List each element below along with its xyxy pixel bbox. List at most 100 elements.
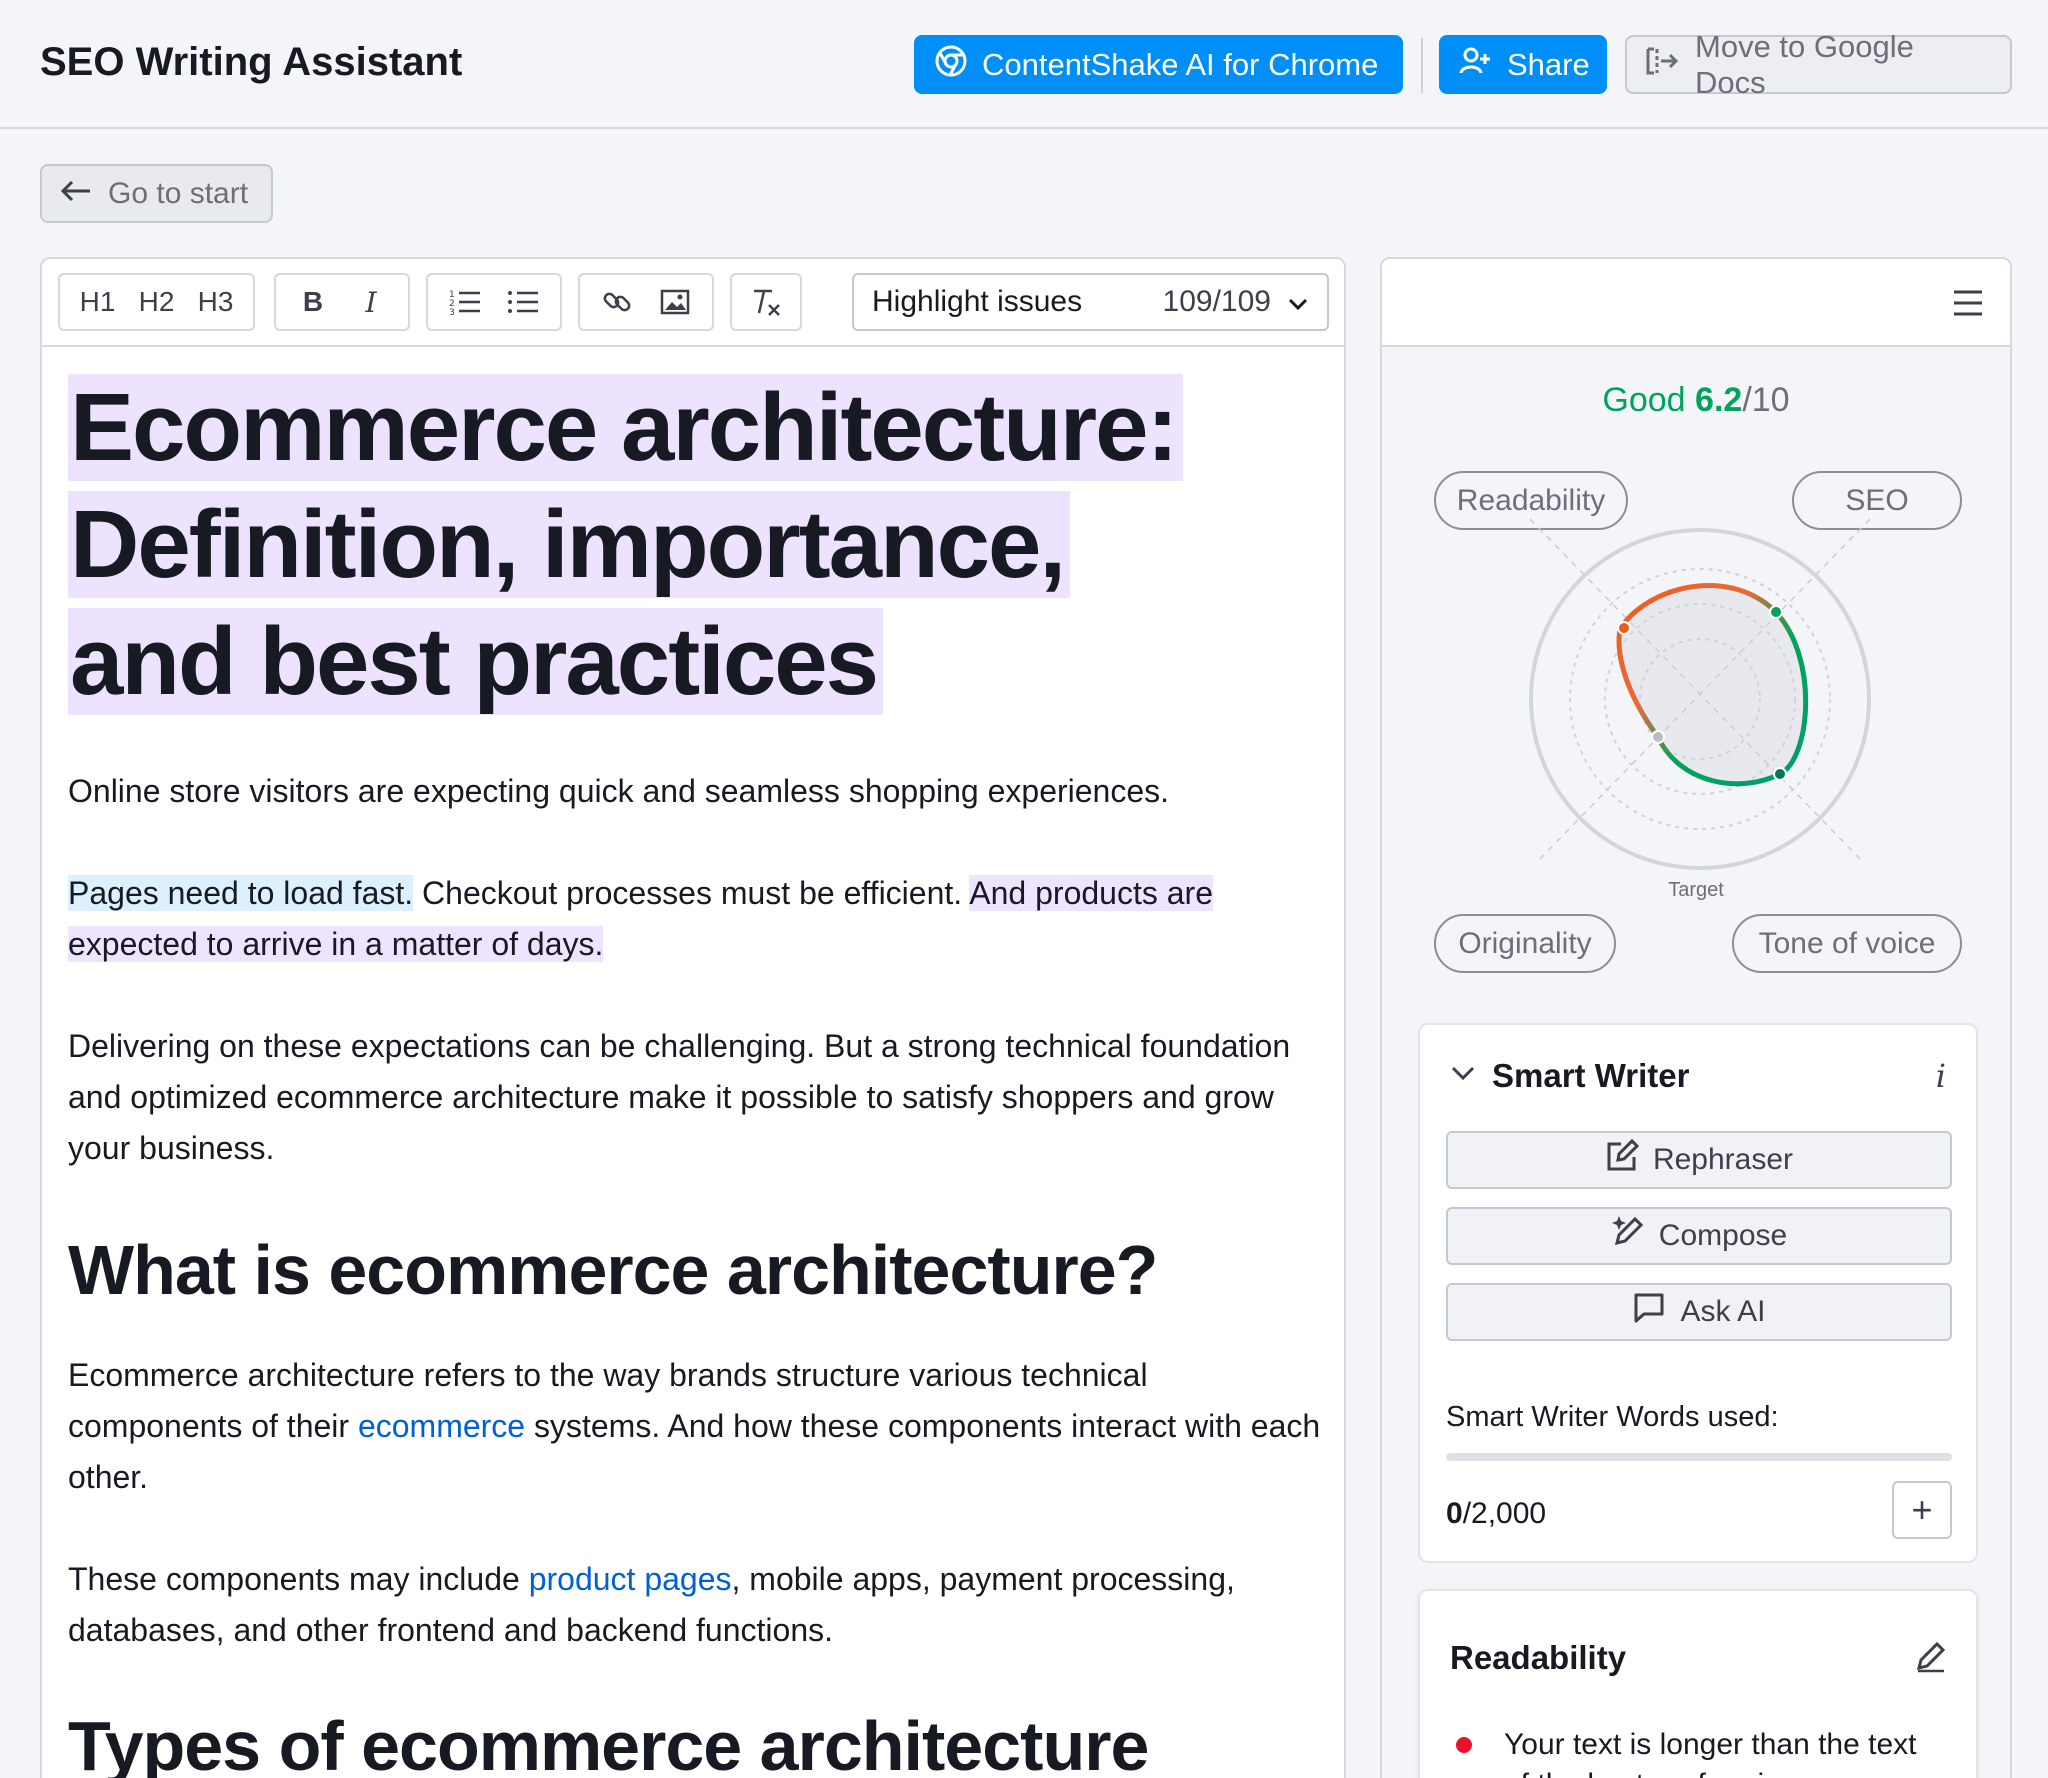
document-title: Ecommerce architecture: Definition, impo… [68, 369, 1328, 720]
ordered-list-icon: 123 [449, 290, 480, 316]
list-group: 123 [426, 273, 562, 331]
paragraph-text: These components may include [68, 1561, 529, 1597]
sparkle-pen-icon [1611, 1215, 1645, 1257]
contentshake-button[interactable]: ContentShake AI for Chrome [914, 35, 1403, 94]
heading3-button[interactable]: H3 [190, 280, 242, 324]
readability-title: Readability [1450, 1639, 1627, 1676]
highlight-issues-count: 109/109 [1162, 285, 1271, 318]
score-radar-chart [1529, 519, 1871, 870]
menu-icon[interactable] [1952, 289, 1984, 317]
heading-group: H1 H2 H3 [58, 273, 255, 331]
heading2-button[interactable]: H2 [131, 280, 183, 324]
score-denominator: /10 [1742, 381, 1790, 419]
bold-button[interactable]: B [287, 280, 339, 324]
product-pages-link[interactable]: product pages [529, 1561, 732, 1597]
highlight-issues-select[interactable]: Highlight issues 109/109 [852, 273, 1329, 331]
section-heading: What is ecommerce architecture? [68, 1231, 1158, 1309]
seo-axis-label: SEO [1845, 483, 1909, 517]
link-icon [603, 292, 631, 312]
title-line: Definition, importance, [68, 491, 1071, 598]
words-used-value: 0 [1446, 1497, 1463, 1530]
readability-axis-label: Readability [1456, 483, 1606, 517]
heading2-label: H2 [138, 286, 175, 317]
insert-image-button[interactable] [649, 280, 701, 324]
smart-writer-title: Smart Writer [1492, 1057, 1690, 1094]
issue-dot [1456, 1737, 1472, 1753]
section-heading: Types of ecommerce architecture [68, 1707, 1149, 1778]
arrow-left-icon [60, 177, 92, 211]
tone-of-voice-point [1773, 767, 1787, 781]
originality-point [1651, 730, 1665, 744]
editor-toolbar: H1 H2 H3 B I 123 Highlight issues 109/10… [42, 259, 1344, 347]
chevron-down-icon[interactable] [1450, 1065, 1476, 1086]
go-to-start-button[interactable]: Go to start [40, 164, 273, 223]
svg-text:3: 3 [449, 308, 455, 316]
paragraph-text: Checkout processes must be efficient. [413, 875, 970, 911]
chevron-down-icon [1287, 285, 1309, 319]
heading1-label: H1 [79, 286, 116, 317]
move-to-google-docs-button[interactable]: Move to Google Docs [1625, 29, 2012, 100]
chat-icon [1632, 1291, 1666, 1333]
go-to-start-label: Go to start [108, 176, 249, 210]
words-used-progress-bar [1446, 1453, 1952, 1461]
compose-label: Compose [1658, 1219, 1788, 1252]
share-label: Share [1507, 46, 1590, 82]
paragraph: These components may include product pag… [68, 1554, 1328, 1656]
seo-point [1769, 605, 1783, 619]
bullet-list-button[interactable] [497, 280, 549, 324]
score-panel: Good 6.2/10 Readability SEO Originality … [1380, 257, 2012, 1778]
image-icon [660, 289, 690, 315]
document-body[interactable]: Ecommerce architecture: Definition, impo… [68, 369, 1328, 1778]
rephraser-button[interactable]: Rephraser [1446, 1131, 1952, 1189]
score-label: Good [1602, 381, 1686, 419]
bullet-list-icon [508, 291, 538, 313]
title-line: and best practices [68, 608, 883, 715]
compose-button[interactable]: Compose [1446, 1207, 1952, 1265]
insert-link-button[interactable] [591, 280, 643, 324]
info-icon[interactable]: i [1936, 1057, 1946, 1095]
panel-header [1382, 259, 2010, 347]
add-user-icon [1459, 46, 1493, 84]
score-value: 6.2 [1695, 381, 1743, 419]
tone-of-voice-axis-label: Tone of voice [1758, 926, 1936, 960]
heading3-label: H3 [197, 286, 234, 317]
tone-of-voice-axis-button[interactable]: Tone of voice [1732, 914, 1962, 973]
add-words-button[interactable]: + [1892, 1481, 1952, 1539]
readability-issue[interactable]: Your text is longer than the text of the… [1504, 1725, 1944, 1778]
share-button[interactable]: Share [1439, 35, 1607, 94]
text-editor: H1 H2 H3 B I 123 Highlight issues 109/10… [40, 257, 1346, 1778]
bold-label: B [302, 286, 324, 317]
app-title: SEO Writing Assistant [40, 40, 463, 84]
highlight-issues-label: Highlight issues [872, 285, 1083, 318]
paragraph: Ecommerce architecture refers to the way… [68, 1350, 1328, 1503]
overall-score: Good 6.2/10 [1382, 381, 2010, 420]
words-used-count: 0/2,000 [1446, 1497, 1546, 1531]
italic-label: I [365, 285, 377, 319]
clear-group [730, 273, 802, 331]
italic-button[interactable]: I [345, 280, 397, 324]
pencil-icon[interactable] [1914, 1639, 1948, 1678]
clear-formatting-button[interactable] [740, 280, 792, 324]
ecommerce-link[interactable]: ecommerce [358, 1408, 525, 1444]
paragraph: Delivering on these expectations can be … [68, 1028, 1291, 1166]
originality-axis-button[interactable]: Originality [1434, 914, 1616, 973]
move-to-google-docs-label: Move to Google Docs [1695, 28, 1914, 100]
ask-ai-label: Ask AI [1680, 1295, 1766, 1328]
plus-icon: + [1911, 1489, 1933, 1530]
ask-ai-button[interactable]: Ask AI [1446, 1283, 1952, 1341]
words-used-label: Smart Writer Words used: [1446, 1401, 1779, 1433]
title-line: Ecommerce architecture: [68, 374, 1183, 481]
edit-icon [1605, 1138, 1640, 1181]
insert-group [578, 273, 714, 331]
readability-point [1617, 621, 1631, 635]
chrome-icon [934, 44, 968, 86]
smart-writer-card: Smart Writer i Rephraser Compose Ask AI … [1418, 1023, 1978, 1563]
ordered-list-button[interactable]: 123 [439, 280, 491, 324]
readability-card: Readability Your text is longer than the… [1418, 1589, 1978, 1778]
contentshake-label: ContentShake AI for Chrome [982, 46, 1379, 82]
heading1-button[interactable]: H1 [72, 280, 124, 324]
rephraser-label: Rephraser [1652, 1143, 1794, 1176]
target-label: Target [1668, 879, 1724, 901]
header-divider [1421, 38, 1423, 93]
highlighted-issue[interactable]: Pages need to load fast. [68, 875, 414, 911]
